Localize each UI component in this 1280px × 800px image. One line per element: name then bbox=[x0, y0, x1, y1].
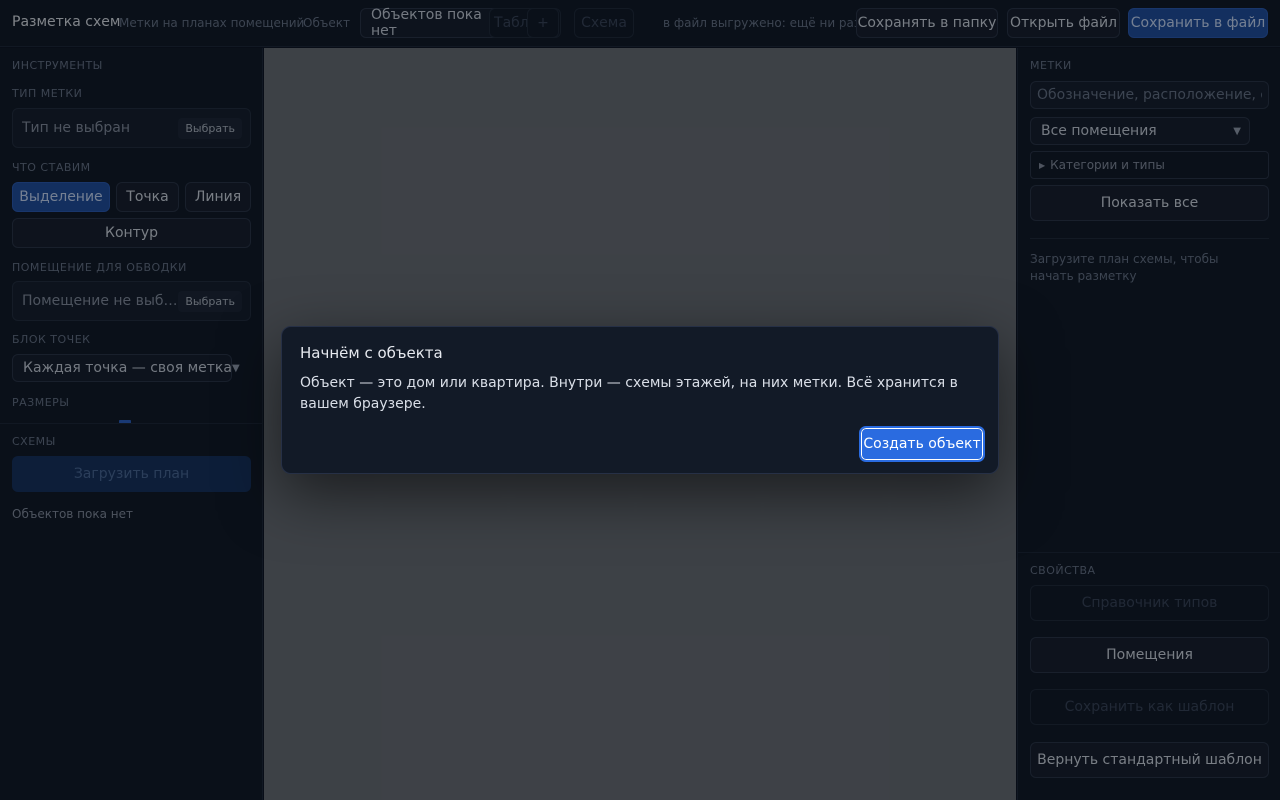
create-object-button[interactable]: Создать объект bbox=[859, 426, 985, 462]
dialog-text: Объект — это дом или квартира. Внутри — … bbox=[300, 375, 958, 412]
dialog-title: Начнём с объекта bbox=[300, 344, 443, 362]
onboarding-dialog: Начнём с объекта Объект — это дом или кв… bbox=[281, 326, 999, 474]
